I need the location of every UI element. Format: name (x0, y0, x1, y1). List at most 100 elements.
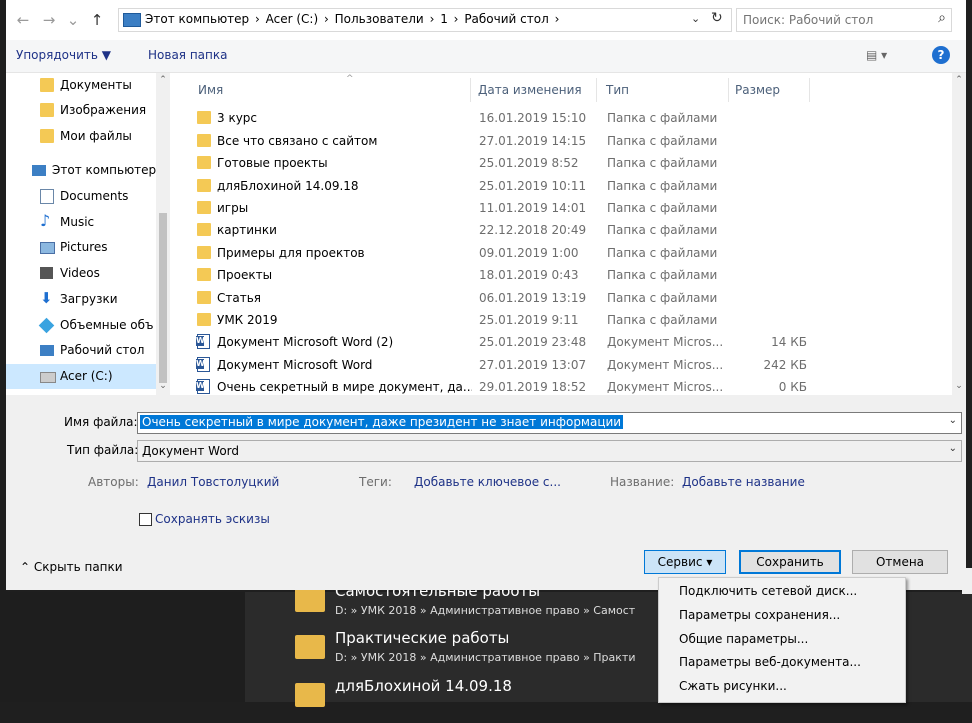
nav-item-acer-drive[interactable]: Acer (C:) (6, 364, 156, 389)
nav-item-my-files[interactable]: Мои файлы (6, 124, 156, 149)
breadcrumb-item[interactable]: Acer (C:) (266, 12, 319, 26)
search-icon[interactable]: ⌕ (938, 10, 946, 26)
filename-field[interactable]: Очень секретный в мире документ, даже пр… (137, 412, 962, 434)
background-scrollbar[interactable] (962, 568, 972, 594)
authors-field[interactable]: Данил Товстолуцкий (147, 475, 279, 489)
search-input[interactable] (741, 11, 925, 29)
file-type: Папка с файлами (607, 201, 718, 215)
column-header-date[interactable]: Дата изменения (472, 78, 597, 102)
nav-item-desktop[interactable]: Рабочий стол (6, 338, 156, 363)
file-row[interactable]: Проекты 18.01.2019 0:43 Папка с файлами (192, 264, 812, 286)
tags-label: Теги: (359, 475, 392, 489)
file-type: Документ Micros... (607, 335, 724, 349)
menu-item-compress-pictures[interactable]: Сжать рисунки... (679, 679, 787, 693)
column-header-name[interactable]: ^ Имя (192, 74, 471, 102)
save-button[interactable]: Сохранить (739, 550, 841, 574)
scrollbar-thumb[interactable] (159, 213, 167, 383)
breadcrumb-item[interactable]: Этот компьютер (145, 12, 249, 26)
help-icon[interactable]: ? (932, 46, 950, 64)
recent-locations-icon[interactable]: ⌄ (64, 10, 82, 30)
file-size: 0 КБ (778, 380, 807, 394)
music-icon: ♪ (40, 211, 51, 230)
nav-item-videos[interactable]: Videos (6, 261, 156, 286)
nav-item-pictures[interactable]: Pictures (6, 235, 156, 260)
nav-item-label: Мои файлы (60, 129, 132, 143)
file-row[interactable]: Документ Microsoft Word 27.01.2019 13:07… (192, 354, 812, 376)
nav-item-this-pc[interactable]: Этот компьютер (6, 158, 156, 183)
nav-item-documents-folder[interactable]: Документы (6, 73, 156, 98)
up-arrow-icon[interactable]: ↑ (88, 10, 106, 30)
search-box[interactable]: ⌕ (736, 8, 952, 32)
file-row[interactable]: Документ Microsoft Word (2) 25.01.2019 2… (192, 331, 812, 353)
organize-button[interactable]: Упорядочить ▼ (16, 48, 111, 62)
tags-field[interactable]: Добавьте ключевое с... (414, 475, 561, 489)
back-arrow-icon[interactable]: ← (14, 10, 32, 30)
refresh-icon[interactable]: ↻ (711, 10, 723, 26)
file-row[interactable]: дляБлохиной 14.09.18 25.01.2019 10:11 Па… (192, 175, 812, 197)
service-button[interactable]: Сервис ▾ (644, 550, 726, 574)
breadcrumb-separator[interactable]: › (430, 12, 435, 26)
column-header-label: Дата изменения (478, 83, 582, 97)
scroll-down-icon[interactable]: ⌄ (952, 381, 966, 391)
new-folder-button[interactable]: Новая папка (148, 48, 227, 62)
nav-item-label: Документы (60, 78, 132, 92)
file-name: картинки (217, 223, 277, 237)
title-field[interactable]: Добавьте название (682, 475, 805, 489)
file-list-scrollbar[interactable]: ⌃ ⌄ (952, 73, 966, 395)
breadcrumb-separator[interactable]: › (454, 12, 459, 26)
save-thumbnails-checkbox[interactable] (139, 513, 152, 526)
service-label: Сервис (657, 555, 703, 569)
breadcrumb-item[interactable]: Рабочий стол (464, 12, 548, 26)
file-type: Документ Micros... (607, 380, 724, 394)
folder-icon (197, 268, 211, 281)
scroll-up-icon[interactable]: ⌃ (156, 75, 170, 85)
breadcrumb-item[interactable]: Пользователи (335, 12, 424, 26)
address-bar[interactable]: Этот компьютер › Acer (C:) › Пользовател… (118, 8, 732, 32)
file-row[interactable]: картинки 22.12.2018 20:49 Папка с файлам… (192, 219, 812, 241)
view-options-icon[interactable]: ▤ ▾ (866, 48, 887, 62)
nav-scrollbar[interactable]: ⌃ ⌄ (156, 73, 170, 395)
file-type: Папка с файлами (607, 223, 718, 237)
file-row[interactable]: Все что связано с сайтом 27.01.2019 14:1… (192, 130, 812, 152)
file-row[interactable]: Примеры для проектов 09.01.2019 1:00 Пап… (192, 242, 812, 264)
filename-label: Имя файла: (64, 415, 138, 429)
column-header-size[interactable]: Размер (729, 78, 810, 102)
file-row[interactable]: 3 курс 16.01.2019 15:10 Папка с файлами (192, 107, 812, 129)
breadcrumb-item[interactable]: 1 (440, 12, 448, 26)
breadcrumb-separator[interactable]: › (555, 12, 560, 26)
save-thumbnails-label[interactable]: Сохранять эскизы (155, 512, 270, 526)
file-row[interactable]: игры 11.01.2019 14:01 Папка с файлами (192, 197, 812, 219)
caret-down-icon: ▾ (706, 555, 713, 569)
filename-value[interactable]: Очень секретный в мире документ, даже пр… (140, 415, 624, 429)
filetype-select[interactable]: Документ Word ⌄ (137, 440, 962, 462)
breadcrumb-separator[interactable]: › (324, 12, 329, 26)
nav-item-music[interactable]: ♪ Music (6, 210, 156, 235)
nav-item-3d-objects[interactable]: Объемные объ (6, 313, 156, 338)
nav-item-documents[interactable]: Documents (6, 184, 156, 209)
file-row[interactable]: Статья 06.01.2019 13:19 Папка с файлами (192, 287, 812, 309)
chevron-down-icon[interactable]: ⌄ (949, 443, 957, 454)
folder-icon (40, 78, 54, 92)
file-row[interactable]: УМК 2019 25.01.2019 9:11 Папка с файлами (192, 309, 812, 331)
file-date: 27.01.2019 14:15 (479, 134, 587, 148)
breadcrumb-separator[interactable]: › (255, 12, 260, 26)
menu-item-map-network-drive[interactable]: Подключить сетевой диск... (679, 584, 857, 598)
menu-item-web-options[interactable]: Параметры веб-документа... (679, 655, 861, 669)
column-header-type[interactable]: Тип (600, 78, 729, 102)
folder-icon (295, 683, 325, 707)
hide-folders-button[interactable]: ⌃ Скрыть папки (20, 560, 123, 574)
chevron-down-icon[interactable]: ⌄ (949, 415, 957, 426)
file-row[interactable]: Готовые проекты 25.01.2019 8:52 Папка с … (192, 152, 812, 174)
scroll-up-icon[interactable]: ⌃ (952, 75, 966, 85)
nav-item-downloads[interactable]: ⬇ Загрузки (6, 287, 156, 312)
nav-item-images-folder[interactable]: Изображения (6, 98, 156, 123)
menu-item-general-options[interactable]: Общие параметры... (679, 632, 808, 646)
menu-item-save-options[interactable]: Параметры сохранения... (679, 608, 840, 622)
filetype-value: Документ Word (142, 444, 239, 458)
scroll-down-icon[interactable]: ⌄ (156, 381, 170, 391)
cancel-button[interactable]: Отмена (852, 550, 948, 574)
video-icon (40, 267, 53, 279)
document-icon (40, 189, 54, 204)
chevron-down-icon[interactable]: ⌄ (691, 12, 700, 25)
forward-arrow-icon[interactable]: → (40, 10, 58, 30)
